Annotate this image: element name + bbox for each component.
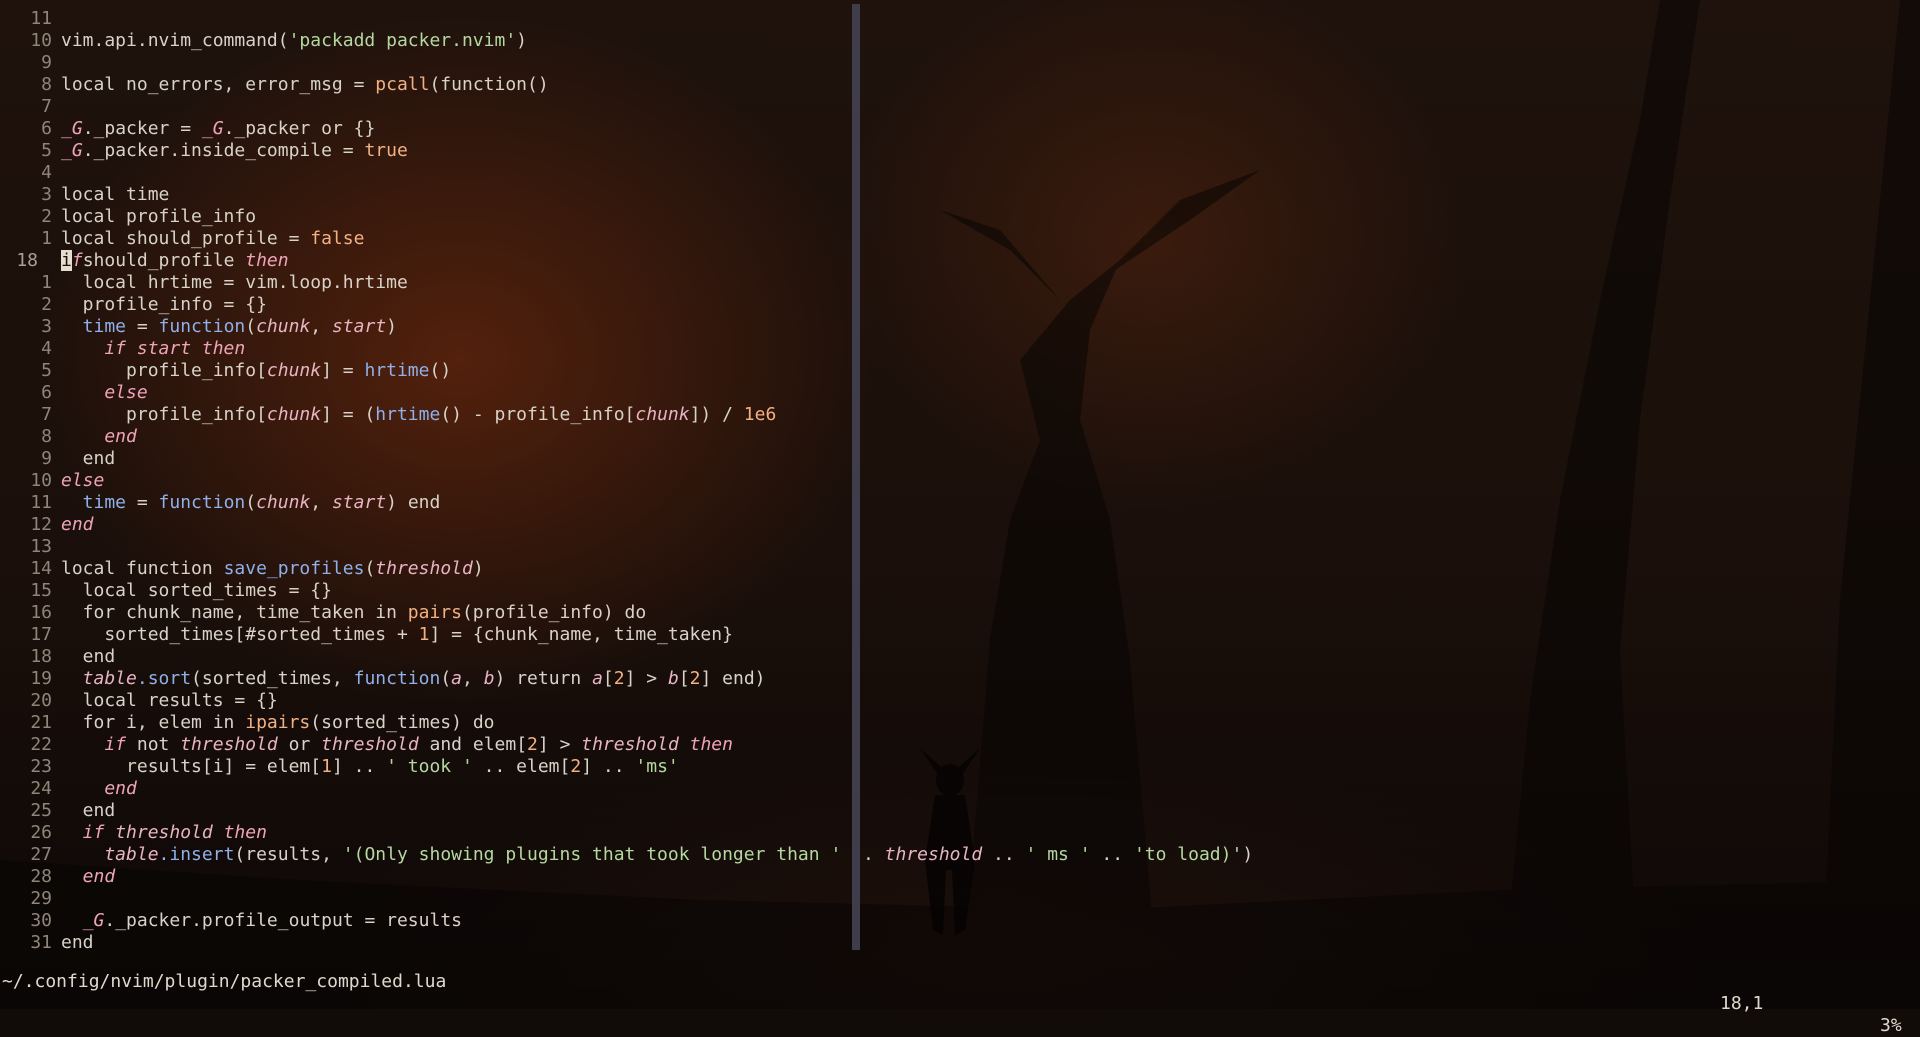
line-code: end xyxy=(61,514,94,535)
line-code: end xyxy=(61,866,116,887)
line-number: 21 xyxy=(30,712,52,733)
line-number: 1 xyxy=(41,272,52,293)
line-number: 17 xyxy=(30,624,52,645)
code-editor[interactable]: 11 10 vim.api.nvim_command('packadd packer… xyxy=(0,4,1920,953)
line-code: if threshold then xyxy=(61,822,267,843)
line-number: 11 xyxy=(30,8,52,29)
line-code: end xyxy=(61,426,137,447)
line-number: 3 xyxy=(41,316,52,337)
line-code: time = function(chunk, start) xyxy=(61,316,397,337)
line-number: 2 xyxy=(41,206,52,227)
line-number: 9 xyxy=(41,52,52,73)
file-path: ~/.config/nvim/plugin/packer_compiled.lu… xyxy=(2,971,447,992)
line-number: 25 xyxy=(30,800,52,821)
scroll-percent: 3% xyxy=(1880,1015,1902,1036)
line-number: 2 xyxy=(41,294,52,315)
line-number: 19 xyxy=(30,668,52,689)
line-code: vim.api.nvim_command('packadd packer.nvi… xyxy=(61,30,527,51)
line-number: 24 xyxy=(30,778,52,799)
line-number: 30 xyxy=(30,910,52,931)
line-code: if start then xyxy=(61,338,246,359)
line-number: 8 xyxy=(41,74,52,95)
window-split-separator[interactable] xyxy=(852,4,860,950)
line-code: table.insert(results, '(Only showing plu… xyxy=(61,844,1254,865)
line-code: local hrtime = vim.loop.hrtime xyxy=(61,272,408,293)
line-code: sorted_times[#sorted_times + 1] = {chunk… xyxy=(61,624,733,645)
line-number: 5 xyxy=(41,360,52,381)
line-number: 4 xyxy=(41,338,52,359)
line-number: 22 xyxy=(30,734,52,755)
line-number: 28 xyxy=(30,866,52,887)
line-number: 27 xyxy=(30,844,52,865)
line-number: 13 xyxy=(30,536,52,557)
line-code: for chunk_name, time_taken in pairs(prof… xyxy=(61,602,647,623)
line-code: local results = {} xyxy=(61,690,278,711)
line-number: 6 xyxy=(41,118,52,139)
line-number: 23 xyxy=(30,756,52,777)
line-number: 4 xyxy=(41,162,52,183)
line-number: 26 xyxy=(30,822,52,843)
line-code: _G._packer = _G._packer or {} xyxy=(61,118,376,139)
line-code: table.sort(sorted_times, function(a, b) … xyxy=(61,668,766,689)
line-code: results[i] = elem[1] .. ' took ' .. elem… xyxy=(61,756,679,777)
line-code: else xyxy=(61,382,148,403)
line-code: profile_info[chunk] = (hrtime() - profil… xyxy=(61,404,777,425)
line-code: local profile_info xyxy=(61,206,257,227)
text-cursor: i xyxy=(61,250,72,271)
line-number: 5 xyxy=(41,140,52,161)
line-number: 9 xyxy=(41,448,52,469)
line-code: local time xyxy=(61,184,170,205)
line-number: 6 xyxy=(41,382,52,403)
line-number: 20 xyxy=(30,690,52,711)
line-number: 10 xyxy=(30,470,52,491)
line-number: 15 xyxy=(30,580,52,601)
line-code: profile_info[chunk] = hrtime() xyxy=(61,360,452,381)
line-code: _G._packer.profile_output = results xyxy=(82,910,462,931)
line-code: if not threshold or threshold and elem[2… xyxy=(61,734,733,755)
line-code: local sorted_times = {} xyxy=(61,580,332,601)
line-number: 12 xyxy=(30,514,52,535)
line-number: 7 xyxy=(41,404,52,425)
line-code: end xyxy=(61,778,137,799)
line-number: 18 xyxy=(30,646,52,667)
line-number: 1 xyxy=(41,228,52,249)
line-code: local function save_profiles(threshold) xyxy=(61,558,484,579)
line-number: 18 xyxy=(16,250,38,271)
line-code: end xyxy=(61,800,116,821)
line-code: time = function(chunk, start) end xyxy=(61,492,441,513)
cursor-position: 18,1 xyxy=(1720,993,1764,1014)
line-code: local no_errors, error_msg = pcall(funct… xyxy=(61,74,549,95)
line-code: end xyxy=(61,646,116,667)
line-code: for i, elem in ipairs(sorted_times) do xyxy=(61,712,495,733)
line-number: 11 xyxy=(30,492,52,513)
line-number: 8 xyxy=(41,426,52,447)
line-code: _G._packer.inside_compile = true xyxy=(61,140,408,161)
line-number: 14 xyxy=(30,558,52,579)
line-number: 7 xyxy=(41,96,52,117)
line-number: 16 xyxy=(30,602,52,623)
line-code: profile_info = {} xyxy=(61,294,267,315)
line-number: 3 xyxy=(41,184,52,205)
line-code: ifshould_profile then xyxy=(61,250,289,271)
line-number: 10 xyxy=(30,30,52,51)
status-line: ~/.config/nvim/plugin/packer_compiled.lu… xyxy=(0,949,1920,1036)
line-code: end xyxy=(61,448,116,469)
line-number: 29 xyxy=(30,888,52,909)
line-code: else xyxy=(61,470,105,491)
line-code: local should_profile = false xyxy=(61,228,365,249)
